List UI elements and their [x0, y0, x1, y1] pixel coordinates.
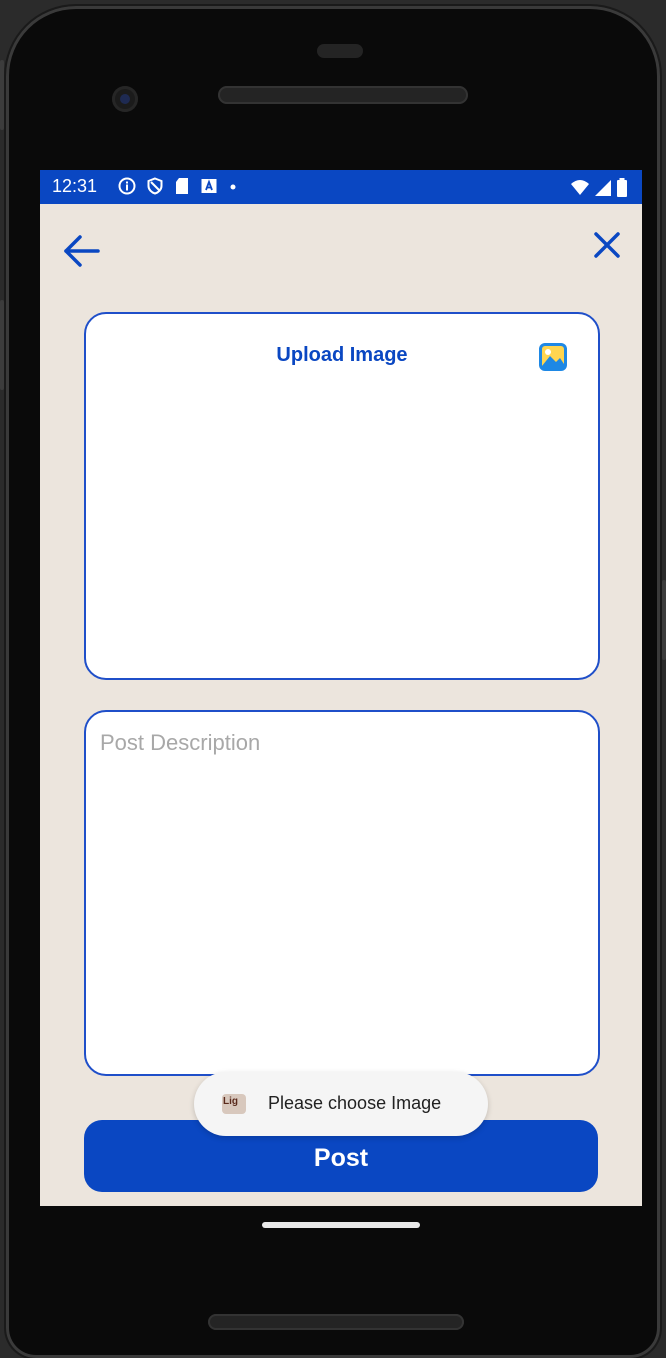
toast-message: Please choose Image — [268, 1093, 442, 1113]
dot-icon — [228, 177, 238, 200]
app-icon: Lig — [222, 1094, 246, 1114]
arrow-left-icon — [64, 235, 100, 267]
wifi-icon — [570, 179, 590, 202]
shield-icon — [146, 177, 164, 200]
upload-image-title: Upload Image — [276, 344, 408, 366]
a-box-icon — [200, 177, 218, 200]
status-bar: 12:31 — [40, 170, 642, 204]
signal-icon — [594, 179, 612, 202]
post-description-input[interactable] — [86, 712, 598, 1074]
back-button[interactable] — [60, 230, 102, 272]
front-camera — [112, 86, 138, 112]
upload-image-area[interactable]: Upload Image — [84, 312, 600, 680]
side-button — [0, 60, 4, 130]
bottom-speaker — [208, 1314, 464, 1330]
sd-card-icon — [174, 177, 190, 200]
phone-top-slot — [317, 44, 363, 58]
battery-icon — [616, 178, 628, 203]
post-description-card — [84, 710, 600, 1076]
status-right-icons — [570, 178, 628, 203]
side-button — [662, 580, 666, 660]
close-button[interactable] — [588, 226, 626, 264]
earpiece-speaker — [218, 86, 468, 104]
phone-frame: 12:31 Upload Image Post Description Post… — [6, 6, 660, 1358]
home-indicator[interactable] — [262, 1222, 420, 1228]
app-screen: 12:31 Upload Image Post Description Post… — [40, 170, 642, 1206]
side-button — [0, 300, 4, 390]
status-time: 12:31 — [52, 176, 98, 196]
close-icon — [594, 232, 620, 258]
gallery-icon[interactable] — [538, 342, 568, 372]
info-icon — [118, 177, 136, 200]
toast-notification: Lig Please choose Image — [194, 1072, 488, 1136]
status-icons — [118, 177, 238, 200]
